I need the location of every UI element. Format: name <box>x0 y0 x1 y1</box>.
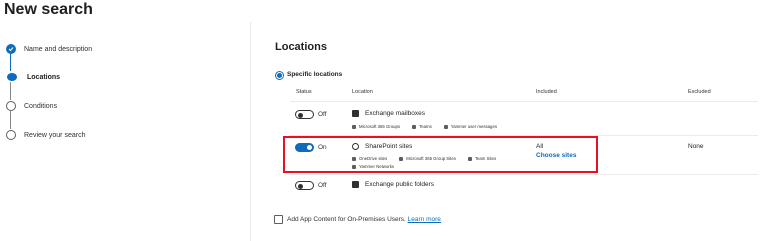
checkbox-label: Add App Content for On-Premises Users. L… <box>287 216 441 223</box>
panel-divider <box>250 22 251 241</box>
highlight-box <box>283 136 598 173</box>
pending-step-circle <box>6 130 16 140</box>
exchange-icon <box>352 181 359 188</box>
step-connector <box>10 82 11 100</box>
location-sub-items: Microsoft 365 Groups Teams Yammer user m… <box>352 124 509 129</box>
teams-icon <box>412 124 417 129</box>
sub-item: Teams <box>412 124 432 129</box>
step-label: Conditions <box>24 102 58 110</box>
step-review[interactable]: Review your search <box>6 129 85 141</box>
step-locations[interactable]: Locations <box>6 71 60 83</box>
pending-step-circle <box>6 101 16 111</box>
radio-selected-dot <box>277 73 282 78</box>
sub-item: Yammer user messages <box>443 124 497 129</box>
column-header-location: Location <box>352 89 373 95</box>
column-header-excluded: Excluded <box>688 89 711 95</box>
current-step-dot <box>7 73 17 81</box>
toggle-state-label: Off <box>318 111 327 118</box>
app-content-checkbox[interactable] <box>274 215 283 224</box>
yammer-icon <box>443 124 448 129</box>
step-conditions[interactable]: Conditions <box>6 100 57 112</box>
step-connector <box>10 111 11 129</box>
step-connector <box>10 54 11 71</box>
location-name: Exchange public folders <box>365 181 435 188</box>
learn-more-link[interactable]: Learn more <box>408 216 441 223</box>
toggle-knob <box>298 112 303 118</box>
toggle-knob <box>298 183 303 189</box>
groups-icon <box>352 124 356 129</box>
excluded-value: None <box>688 143 704 150</box>
section-title: Locations <box>275 41 327 53</box>
row-divider <box>290 174 758 175</box>
column-header-status: Status <box>296 89 312 95</box>
radio-label: Specific locations <box>287 71 343 78</box>
sub-item-label: Microsoft 365 Groups <box>359 124 401 129</box>
exchange-mailboxes-toggle[interactable] <box>295 110 314 119</box>
step-label: Review your search <box>24 131 86 139</box>
column-header-included: Included <box>536 89 557 95</box>
sub-item: Microsoft 365 Groups <box>352 124 400 129</box>
checkbox-text: Add App Content for On-Premises Users. <box>287 216 406 223</box>
check-icon <box>6 44 16 54</box>
toggle-state-label: Off <box>318 182 327 189</box>
sub-item-label: Teams <box>419 124 432 129</box>
page-title: New search <box>4 1 93 18</box>
sub-item-label: Yammer user messages <box>450 124 497 129</box>
exchange-icon <box>352 110 359 117</box>
exchange-public-folders-toggle[interactable] <box>295 181 314 190</box>
specific-locations-radio[interactable] <box>275 71 284 80</box>
step-label: Name and description <box>24 45 93 53</box>
location-name: Exchange mailboxes <box>365 110 425 117</box>
step-name-description[interactable]: Name and description <box>6 43 92 55</box>
step-label: Locations <box>27 73 61 81</box>
row-divider <box>290 101 758 102</box>
